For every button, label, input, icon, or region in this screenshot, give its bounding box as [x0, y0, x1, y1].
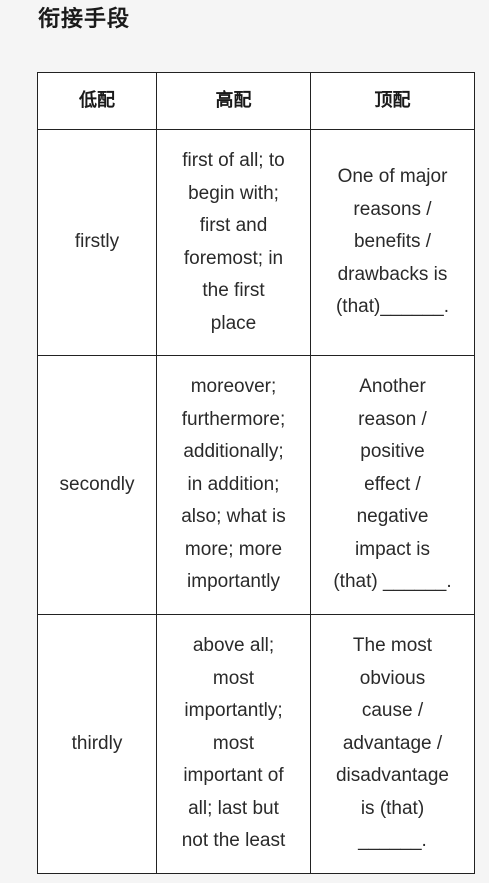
- table-cell-low: thirdly: [37, 614, 157, 874]
- column-header-high: 高配: [156, 72, 311, 130]
- table-cell-low: secondly: [37, 355, 157, 615]
- table-cell-top: One of major reasons / benefits / drawba…: [310, 129, 475, 356]
- table-cell-high: moreover; furthermore; additionally; in …: [156, 355, 311, 615]
- table-cell-top: Another reason / positive effect / negat…: [310, 355, 475, 615]
- cell-text: first of all; to begin with; first and f…: [182, 150, 285, 334]
- cell-text: above all; most importantly; most import…: [181, 635, 286, 852]
- cell-text: The most obvious cause / advantage / dis…: [335, 635, 450, 852]
- cell-text: moreover; furthermore; additionally; in …: [181, 376, 286, 593]
- table-row: thirdly above all; most importantly; mos…: [37, 614, 475, 874]
- cell-text: One of major reasons / benefits / drawba…: [335, 166, 450, 318]
- table-cell-high: above all; most importantly; most import…: [156, 614, 311, 874]
- cell-text: secondly: [59, 473, 135, 495]
- table-row: secondly moreover; furthermore; addition…: [37, 355, 475, 615]
- cohesion-table: 低配 高配 顶配 firstly first of all; to begin …: [37, 72, 475, 874]
- column-header-top: 顶配: [310, 72, 475, 130]
- table-header-row: 低配 高配 顶配: [37, 72, 475, 130]
- column-header-low: 低配: [37, 72, 157, 130]
- cell-text: thirdly: [71, 732, 123, 754]
- cell-text: Another reason / positive effect / negat…: [333, 376, 452, 593]
- table-cell-top: The most obvious cause / advantage / dis…: [310, 614, 475, 874]
- table-cell-low: firstly: [37, 129, 157, 356]
- page-title: 衔接手段: [38, 7, 131, 32]
- cell-text: firstly: [74, 231, 120, 253]
- table-row: firstly first of all; to begin with; fir…: [37, 129, 475, 356]
- table-cell-high: first of all; to begin with; first and f…: [156, 129, 311, 356]
